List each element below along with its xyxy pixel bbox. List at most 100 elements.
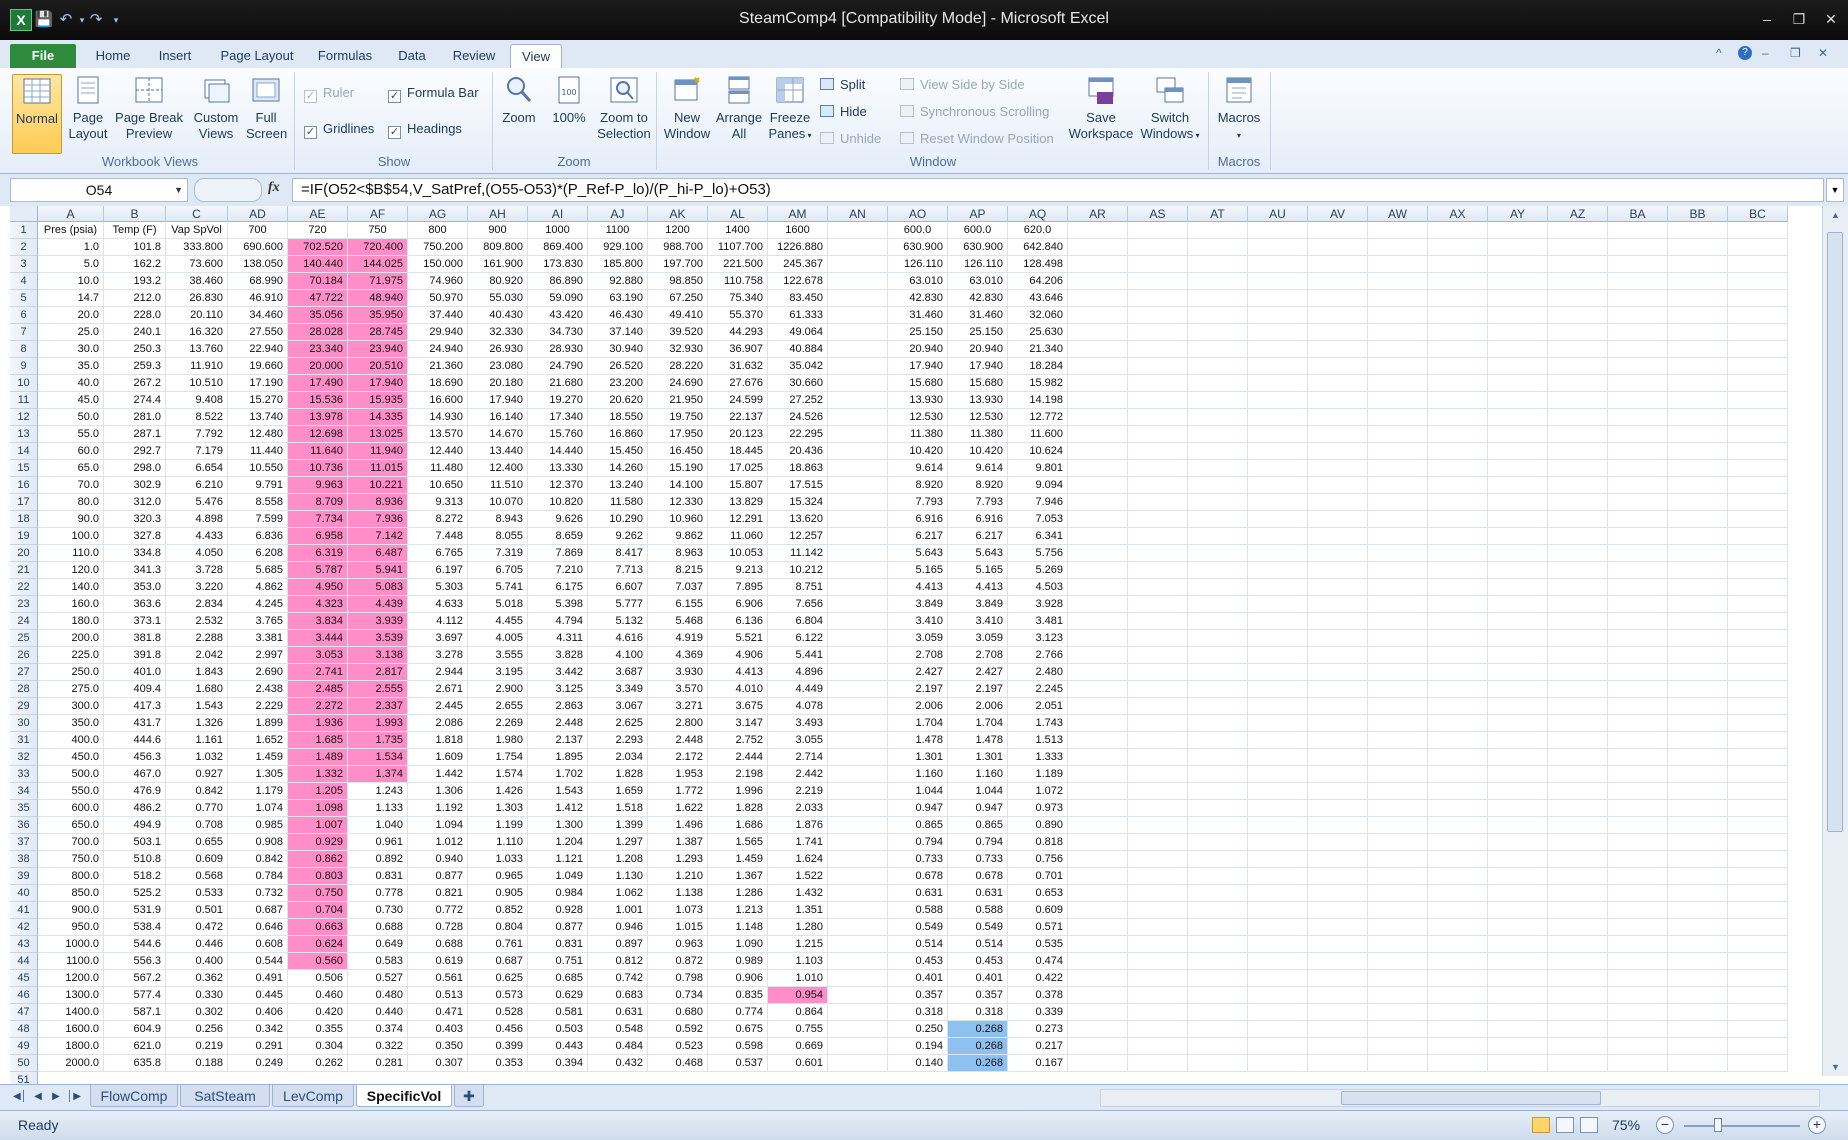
table-cell[interactable] <box>1068 562 1128 579</box>
table-cell[interactable]: 0.609 <box>166 851 228 868</box>
table-cell[interactable]: 3.675 <box>708 698 768 715</box>
help-icon[interactable]: ? <box>1738 46 1752 60</box>
table-cell[interactable]: 2.655 <box>468 698 528 715</box>
table-cell[interactable] <box>1248 664 1308 681</box>
table-cell[interactable]: 3.271 <box>648 698 708 715</box>
table-cell[interactable]: 1.936 <box>288 715 348 732</box>
table-cell[interactable] <box>1128 1021 1188 1038</box>
table-cell[interactable]: 0.480 <box>348 987 408 1004</box>
table-cell[interactable]: 2.671 <box>408 681 468 698</box>
table-cell[interactable] <box>1548 511 1608 528</box>
table-cell[interactable]: 1.032 <box>166 749 228 766</box>
next-sheet-icon[interactable]: ▶ <box>48 1089 64 1105</box>
table-cell[interactable] <box>1728 970 1788 987</box>
table-cell[interactable] <box>1488 409 1548 426</box>
table-cell[interactable]: 0.401 <box>888 970 948 987</box>
table-cell[interactable] <box>1128 409 1188 426</box>
table-cell[interactable]: 20.110 <box>166 307 228 324</box>
table-cell[interactable] <box>1128 562 1188 579</box>
row-header[interactable]: 41 <box>10 902 38 919</box>
row-header[interactable]: 16 <box>10 477 38 494</box>
table-cell[interactable]: 2.272 <box>288 698 348 715</box>
table-cell[interactable] <box>1128 1038 1188 1055</box>
table-cell[interactable] <box>1128 528 1188 545</box>
table-cell[interactable] <box>828 341 888 358</box>
table-cell[interactable]: 20.180 <box>468 375 528 392</box>
header-cell[interactable]: 1100 <box>588 222 648 239</box>
table-cell[interactable] <box>1728 936 1788 953</box>
column-header[interactable]: AF <box>348 206 408 222</box>
table-cell[interactable] <box>1428 715 1488 732</box>
table-cell[interactable]: 2.086 <box>408 715 468 732</box>
table-cell[interactable]: 20.620 <box>588 392 648 409</box>
table-cell[interactable] <box>828 630 888 647</box>
table-cell[interactable]: 2.442 <box>768 766 828 783</box>
table-cell[interactable]: 3.123 <box>1008 630 1068 647</box>
table-cell[interactable] <box>1128 545 1188 562</box>
table-cell[interactable] <box>1668 902 1728 919</box>
table-cell[interactable] <box>1368 324 1428 341</box>
table-cell[interactable]: 2.752 <box>708 732 768 749</box>
table-cell[interactable] <box>1308 936 1368 953</box>
table-cell[interactable] <box>1548 477 1608 494</box>
table-cell[interactable] <box>1668 596 1728 613</box>
table-cell[interactable]: 1.098 <box>288 800 348 817</box>
table-cell[interactable]: 1.685 <box>288 732 348 749</box>
table-cell[interactable] <box>1428 902 1488 919</box>
table-cell[interactable]: 23.340 <box>288 341 348 358</box>
table-cell[interactable] <box>1608 460 1668 477</box>
table-cell[interactable]: 1.121 <box>528 851 588 868</box>
table-cell[interactable]: 3.939 <box>348 613 408 630</box>
table-cell[interactable]: 4.413 <box>888 579 948 596</box>
table-cell[interactable]: 700.0 <box>38 834 104 851</box>
table-cell[interactable]: 12.330 <box>648 494 708 511</box>
table-cell[interactable] <box>1548 375 1608 392</box>
table-cell[interactable]: 3.220 <box>166 579 228 596</box>
table-cell[interactable]: 7.946 <box>1008 494 1068 511</box>
table-cell[interactable] <box>828 885 888 902</box>
table-cell[interactable]: 1.543 <box>166 698 228 715</box>
header-cell[interactable]: 600.0 <box>948 222 1008 239</box>
table-cell[interactable] <box>1188 885 1248 902</box>
table-cell[interactable] <box>1548 970 1608 987</box>
table-cell[interactable]: 287.1 <box>104 426 166 443</box>
table-cell[interactable] <box>1248 851 1308 868</box>
table-cell[interactable]: 0.761 <box>468 936 528 953</box>
table-cell[interactable]: 17.940 <box>348 375 408 392</box>
column-header[interactable]: AW <box>1368 206 1428 222</box>
table-cell[interactable] <box>828 426 888 443</box>
table-cell[interactable] <box>1128 358 1188 375</box>
table-cell[interactable]: 67.250 <box>648 290 708 307</box>
table-cell[interactable] <box>1188 919 1248 936</box>
table-cell[interactable]: 2000.0 <box>38 1055 104 1072</box>
table-cell[interactable] <box>1068 902 1128 919</box>
table-cell[interactable]: 15.536 <box>288 392 348 409</box>
table-cell[interactable] <box>1188 273 1248 290</box>
table-cell[interactable] <box>1248 817 1308 834</box>
table-cell[interactable] <box>1608 1004 1668 1021</box>
table-cell[interactable]: 3.687 <box>588 664 648 681</box>
table-cell[interactable]: 11.142 <box>768 545 828 562</box>
table-cell[interactable]: 7.656 <box>768 596 828 613</box>
table-cell[interactable]: 0.864 <box>768 1004 828 1021</box>
table-cell[interactable]: 16.140 <box>468 409 528 426</box>
table-cell[interactable]: 1.243 <box>348 783 408 800</box>
table-cell[interactable]: 2.448 <box>648 732 708 749</box>
table-cell[interactable] <box>1548 290 1608 307</box>
table-cell[interactable] <box>1608 681 1668 698</box>
table-cell[interactable]: 0.581 <box>528 1004 588 1021</box>
table-cell[interactable]: 12.400 <box>468 460 528 477</box>
table-cell[interactable] <box>1188 358 1248 375</box>
tab-file[interactable]: File <box>10 44 76 68</box>
column-header[interactable]: AE <box>288 206 348 222</box>
table-cell[interactable]: 5.756 <box>1008 545 1068 562</box>
table-cell[interactable] <box>1248 953 1308 970</box>
row-header[interactable]: 43 <box>10 936 38 953</box>
table-cell[interactable] <box>1068 545 1128 562</box>
table-cell[interactable]: 467.0 <box>104 766 166 783</box>
table-cell[interactable]: 2.197 <box>888 681 948 698</box>
table-cell[interactable]: 7.448 <box>408 528 468 545</box>
table-cell[interactable] <box>1068 324 1128 341</box>
table-cell[interactable] <box>1668 698 1728 715</box>
table-cell[interactable] <box>828 919 888 936</box>
